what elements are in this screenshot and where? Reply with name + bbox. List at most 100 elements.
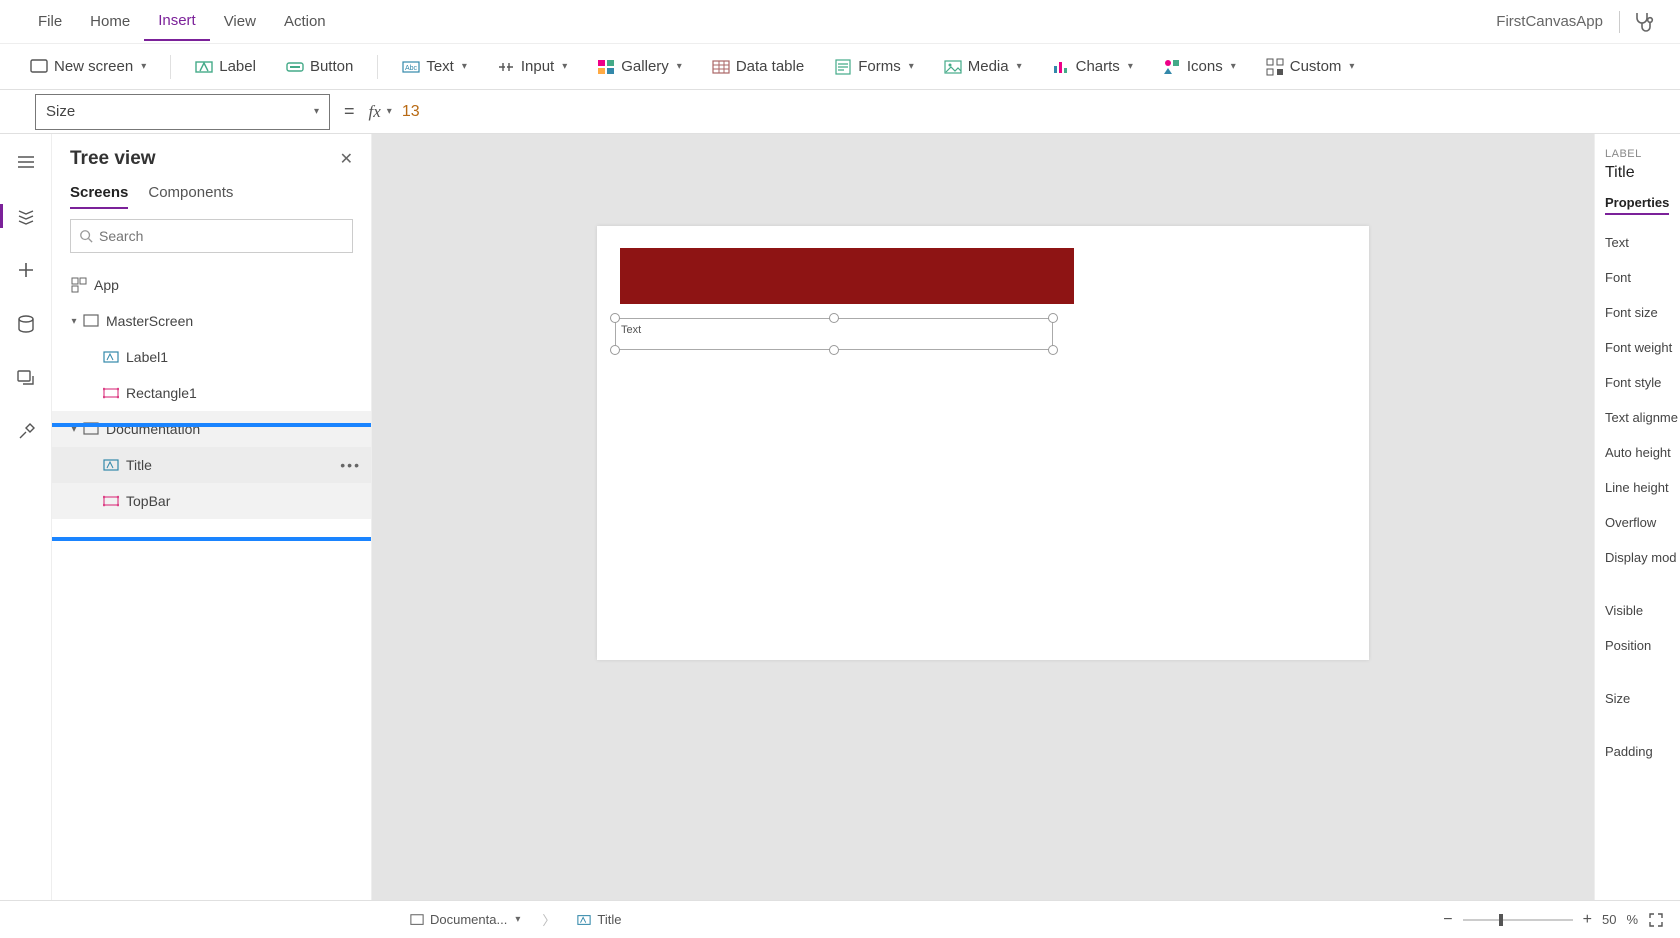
insert-charts-button[interactable]: Charts ▾ (1046, 54, 1139, 80)
prop-text-align[interactable]: Text alignme (1605, 410, 1670, 425)
app-name: FirstCanvasApp (1496, 13, 1619, 30)
tree-view-icon[interactable] (12, 202, 40, 230)
tree-node-app[interactable]: App (52, 267, 371, 303)
resize-handle[interactable] (610, 345, 620, 355)
zoom-control: − + 50 % (1443, 911, 1664, 929)
menu-home[interactable]: Home (76, 3, 144, 40)
zoom-unit: % (1626, 912, 1638, 927)
canvas-area[interactable]: Text (372, 134, 1594, 900)
chevron-down-icon[interactable]: ▾ (66, 424, 82, 435)
insert-gallery-button[interactable]: Gallery ▾ (591, 54, 688, 80)
insert-forms-button[interactable]: Forms ▾ (828, 54, 920, 80)
insert-ribbon: New screen ▾ Label Button Abc Text ▾ Inp… (0, 44, 1680, 90)
zoom-in-button[interactable]: + (1583, 911, 1592, 929)
tree-node-rectangle1[interactable]: Rectangle1 (52, 375, 371, 411)
screen-icon (82, 312, 100, 330)
insert-text-button[interactable]: Abc Text ▾ (396, 54, 473, 80)
prop-line-height[interactable]: Line height (1605, 480, 1670, 495)
insert-custom-button[interactable]: Custom ▾ (1260, 54, 1361, 80)
resize-handle[interactable] (829, 313, 839, 323)
menu-file[interactable]: File (24, 3, 76, 40)
chevron-down-icon: ▾ (677, 61, 682, 72)
tree-node-masterscreen[interactable]: ▾ MasterScreen (52, 303, 371, 339)
screen-icon (82, 420, 100, 438)
menu-action[interactable]: Action (270, 3, 340, 40)
insert-button-button[interactable]: Button (280, 54, 359, 80)
prop-font[interactable]: Font (1605, 270, 1670, 285)
prop-padding[interactable]: Padding (1605, 744, 1670, 759)
fx-icon[interactable]: fx (369, 102, 381, 122)
add-icon[interactable] (12, 256, 40, 284)
search-input[interactable] (70, 219, 353, 253)
tab-screens[interactable]: Screens (70, 184, 128, 209)
resize-handle[interactable] (610, 313, 620, 323)
prop-font-weight[interactable]: Font weight (1605, 340, 1670, 355)
breadcrumb-screen[interactable]: Documenta... ▾ (402, 908, 528, 931)
tree-view-panel: Tree view ✕ Screens Components App ▾ Mas… (52, 134, 372, 900)
topbar-rectangle[interactable] (620, 248, 1074, 304)
label-icon (102, 348, 120, 366)
prop-size[interactable]: Size (1605, 691, 1670, 706)
button-icon (286, 58, 304, 76)
fit-screen-icon[interactable] (1648, 912, 1664, 928)
breadcrumb-control[interactable]: Title (569, 908, 629, 931)
prop-auto-height[interactable]: Auto height (1605, 445, 1670, 460)
canvas-screen[interactable]: Text (597, 226, 1369, 660)
zoom-out-button[interactable]: − (1443, 911, 1452, 929)
new-screen-label: New screen (54, 58, 133, 75)
prop-font-size[interactable]: Font size (1605, 305, 1670, 320)
zoom-slider[interactable] (1463, 919, 1573, 921)
prop-font-style[interactable]: Font style (1605, 375, 1670, 390)
resize-handle[interactable] (829, 345, 839, 355)
properties-panel: LABEL Title Properties Text Font Font si… (1594, 134, 1680, 900)
prop-visible[interactable]: Visible (1605, 603, 1670, 618)
tree-node-topbar[interactable]: TopBar (52, 483, 371, 519)
resize-handle[interactable] (1048, 345, 1058, 355)
insert-input-button[interactable]: Input ▾ (491, 54, 573, 80)
property-selector[interactable]: Size ▾ (35, 94, 330, 130)
search-field[interactable] (99, 228, 344, 244)
tab-components[interactable]: Components (148, 184, 233, 209)
equals-sign: = (344, 101, 355, 122)
media-icon (944, 58, 962, 76)
chevron-down-icon: ▾ (1231, 61, 1236, 72)
stethoscope-icon[interactable] (1632, 10, 1656, 34)
close-icon[interactable]: ✕ (340, 149, 353, 169)
chevron-down-icon: ▾ (562, 61, 567, 72)
menu-insert[interactable]: Insert (144, 2, 210, 41)
charts-icon (1052, 58, 1070, 76)
menu-bar: File Home Insert View Action FirstCanvas… (0, 0, 1680, 44)
tree-node-label1[interactable]: Label1 (52, 339, 371, 375)
prop-display-mode[interactable]: Display mod (1605, 550, 1670, 565)
app-icon (70, 276, 88, 294)
tree-node-documentation[interactable]: ▾ Documentation (52, 411, 371, 447)
tree-node-title[interactable]: Title ••• (52, 447, 371, 483)
insert-icons-button[interactable]: Icons ▾ (1157, 54, 1242, 80)
tools-icon[interactable] (12, 418, 40, 446)
prop-position[interactable]: Position (1605, 638, 1670, 653)
menu-view[interactable]: View (210, 3, 270, 40)
insert-media-button[interactable]: Media ▾ (938, 54, 1028, 80)
insert-datatable-button[interactable]: Data table (706, 54, 810, 80)
forms-icon (834, 58, 852, 76)
insert-icons-text: Icons (1187, 58, 1223, 75)
tab-properties[interactable]: Properties (1605, 195, 1669, 215)
new-screen-button[interactable]: New screen ▾ (24, 54, 152, 80)
selected-label-control[interactable]: Text (615, 318, 1053, 350)
insert-label-button[interactable]: Label (189, 54, 262, 80)
insert-datatable-text: Data table (736, 58, 804, 75)
data-icon[interactable] (12, 310, 40, 338)
more-icon[interactable]: ••• (340, 457, 361, 473)
media-rail-icon[interactable] (12, 364, 40, 392)
tree-node-label: Documentation (106, 421, 200, 437)
hamburger-icon[interactable] (12, 148, 40, 176)
formula-input[interactable] (392, 94, 1680, 130)
chevron-down-icon[interactable]: ▾ (66, 316, 82, 327)
datatable-icon (712, 58, 730, 76)
prop-overflow[interactable]: Overflow (1605, 515, 1670, 530)
insert-text-text: Text (426, 58, 454, 75)
prop-text[interactable]: Text (1605, 235, 1670, 250)
tree-view-title: Tree view (70, 148, 156, 170)
resize-handle[interactable] (1048, 313, 1058, 323)
gallery-icon (597, 58, 615, 76)
